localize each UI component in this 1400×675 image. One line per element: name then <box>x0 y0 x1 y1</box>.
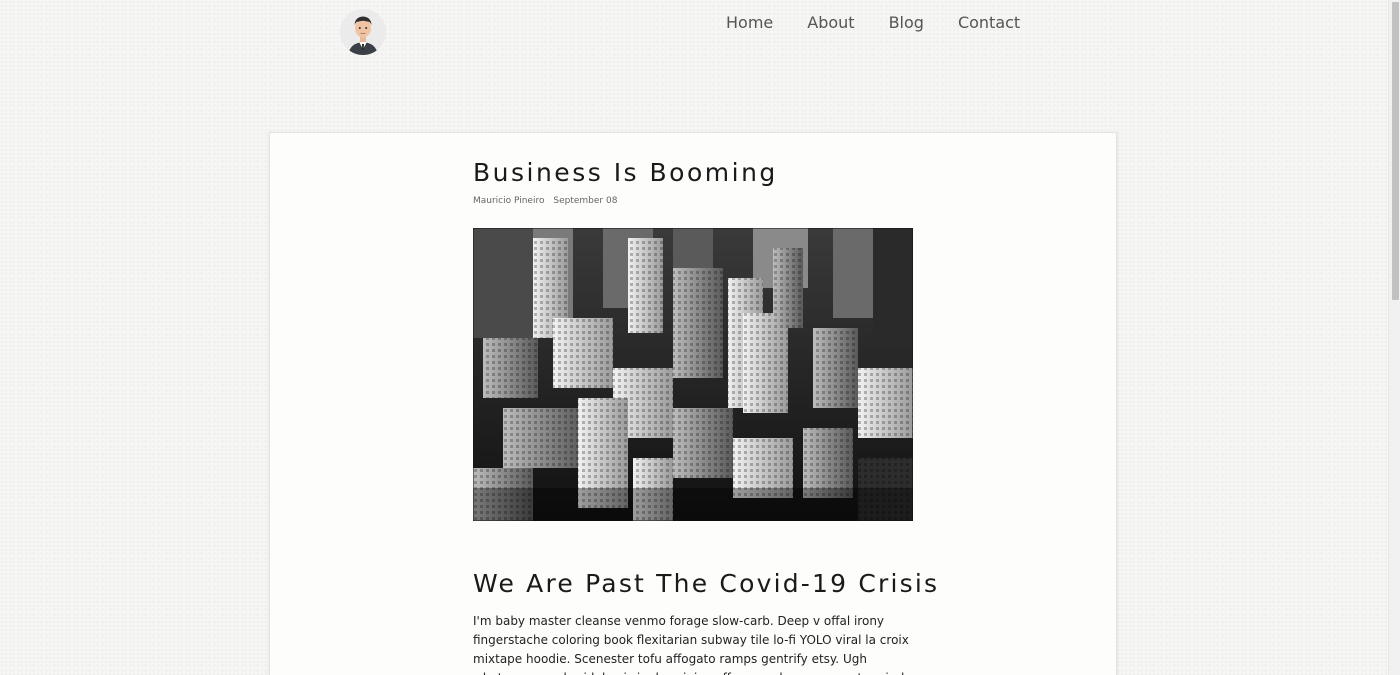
post-article: Business Is Booming Mauricio Pineiro Sep… <box>473 133 940 675</box>
scrollbar-thumb[interactable] <box>1392 2 1399 300</box>
post-card: Business Is Booming Mauricio Pineiro Sep… <box>269 132 1117 675</box>
section-title: We Are Past The Covid-19 Crisis <box>473 569 940 598</box>
site-header: Home About Blog Contact <box>0 0 1388 60</box>
nav-about[interactable]: About <box>790 12 871 34</box>
nav-home[interactable]: Home <box>709 12 790 34</box>
avatar-link[interactable] <box>340 9 386 55</box>
post-author[interactable]: Mauricio Pineiro <box>473 196 544 206</box>
post-hero-image <box>473 228 913 521</box>
post-title: Business Is Booming <box>473 158 778 187</box>
post-date: September 08 <box>553 196 618 206</box>
city-skyline-image <box>473 228 913 521</box>
main-nav: Home About Blog Contact <box>709 12 1037 34</box>
page-scrollbar[interactable] <box>1388 0 1400 675</box>
post-body: I'm baby master cleanse venmo forage slo… <box>473 614 909 675</box>
person-avatar-icon <box>340 9 386 55</box>
post-meta: Mauricio Pineiro September 08 <box>473 195 915 207</box>
nav-blog[interactable]: Blog <box>872 12 941 34</box>
nav-contact[interactable]: Contact <box>941 12 1037 34</box>
